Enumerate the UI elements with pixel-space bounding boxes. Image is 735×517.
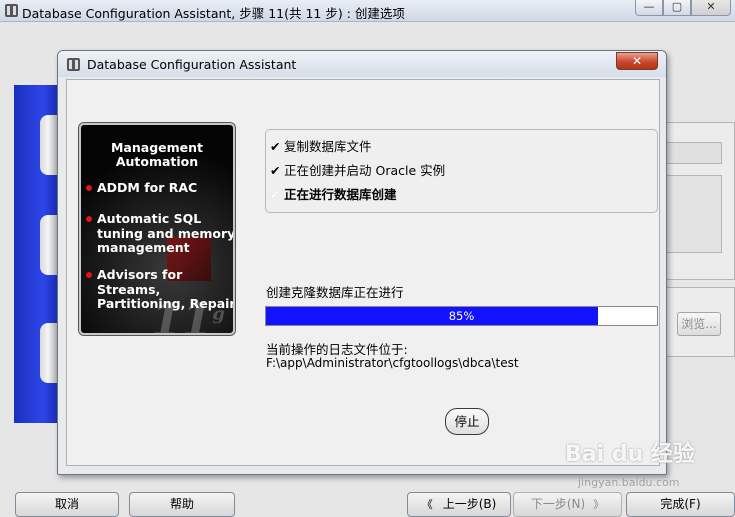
checkmark-icon: ✔ bbox=[270, 139, 281, 154]
feature-item-line: Advisors for bbox=[97, 267, 183, 282]
dialog-titlebar: Database Configuration Assistant ✕ bbox=[58, 51, 666, 77]
feature-item-line: management bbox=[97, 240, 190, 255]
step-item: ✔ 正在创建并启动 Oracle 实例 bbox=[270, 160, 445, 179]
dialog-title: Database Configuration Assistant bbox=[87, 57, 297, 72]
minimize-button[interactable]: — bbox=[635, 0, 663, 16]
baidu-watermark-url: jingyan.baidu.com bbox=[578, 476, 680, 489]
cancel-button[interactable]: 取消 bbox=[15, 492, 119, 517]
steps-list: ✔ 复制数据库文件 ✔ 正在创建并启动 Oracle 实例 ✔ 正在进行数据库创建 bbox=[265, 129, 658, 213]
feature-item: Advisors for Streams, Partitioning, Repa… bbox=[86, 267, 235, 312]
finish-button[interactable]: 完成(F) bbox=[626, 492, 735, 517]
outer-window-title: Database Configuration Assistant, 步骤 11(… bbox=[22, 6, 405, 21]
next-button[interactable]: 下一步(N) 》 bbox=[513, 492, 622, 517]
outer-window-controls: — ▢ ✕ bbox=[635, 0, 731, 16]
dialog-close-button[interactable]: ✕ bbox=[616, 52, 658, 70]
chevron-right-icon: 》 bbox=[593, 498, 605, 511]
dbca-app-icon bbox=[5, 4, 18, 17]
outer-titlebar: Database Configuration Assistant, 步骤 11(… bbox=[0, 0, 735, 22]
step-label: 复制数据库文件 bbox=[284, 139, 372, 154]
feature-item-line: Automatic SQL bbox=[97, 211, 202, 226]
help-button[interactable]: 帮助 bbox=[129, 492, 235, 517]
progress-label: 创建克隆数据库正在进行 bbox=[266, 285, 404, 300]
maximize-button[interactable]: ▢ bbox=[663, 0, 691, 16]
feature-panel: 11g Management Automation ADDM for RAC A… bbox=[79, 123, 235, 335]
feature-item-line: tuning and memory bbox=[97, 225, 235, 241]
progress-bar: 85% bbox=[265, 306, 658, 326]
progress-dialog: Database Configuration Assistant ✕ 11g M… bbox=[57, 50, 667, 475]
feature-heading-line: Automation bbox=[115, 154, 199, 169]
dbca-app-icon bbox=[67, 58, 80, 71]
feature-item-line: Partitioning, Repair bbox=[97, 296, 235, 311]
outer-close-button[interactable]: ✕ bbox=[691, 0, 731, 16]
dialog-content: 11g Management Automation ADDM for RAC A… bbox=[66, 79, 660, 466]
back-button-label: 上一步(B) bbox=[442, 497, 497, 511]
outer-field bbox=[666, 175, 722, 253]
step-label: 正在创建并启动 Oracle 实例 bbox=[284, 163, 446, 178]
baidu-watermark: Bai du 经验 bbox=[565, 442, 695, 467]
feature-heading-line: Management bbox=[110, 140, 203, 155]
outer-field bbox=[666, 142, 722, 164]
bullet-icon bbox=[86, 185, 92, 191]
step-item: ✔ 复制数据库文件 bbox=[270, 136, 372, 155]
log-path: F:\app\Administrator\cfgtoollogs\dbca\te… bbox=[266, 356, 519, 370]
checkmark-icon: ✔ bbox=[270, 163, 281, 178]
chevron-left-icon: 《 bbox=[421, 498, 433, 511]
feature-item-line: Streams, bbox=[97, 281, 161, 297]
bullet-icon bbox=[86, 272, 92, 278]
back-button[interactable]: 《上一步(B) bbox=[407, 492, 511, 517]
stop-button[interactable]: 停止 bbox=[445, 408, 489, 435]
step-label: 正在进行数据库创建 bbox=[284, 187, 397, 202]
feature-item-line: ADDM for RAC bbox=[97, 180, 198, 195]
next-button-label: 下一步(N) bbox=[530, 497, 586, 511]
feature-heading: Management Automation bbox=[81, 141, 233, 169]
feature-item: ADDM for RAC bbox=[86, 180, 233, 196]
browse-button[interactable]: 浏览... bbox=[677, 312, 721, 336]
outer-side-graphic bbox=[14, 85, 62, 423]
feature-item: Automatic SQL tuning and memory manageme… bbox=[86, 211, 235, 256]
step-item-current: ✔ 正在进行数据库创建 bbox=[270, 184, 397, 203]
checkmark-icon: ✔ bbox=[270, 187, 281, 202]
progress-percent: 85% bbox=[448, 309, 475, 323]
bullet-icon bbox=[86, 216, 92, 222]
